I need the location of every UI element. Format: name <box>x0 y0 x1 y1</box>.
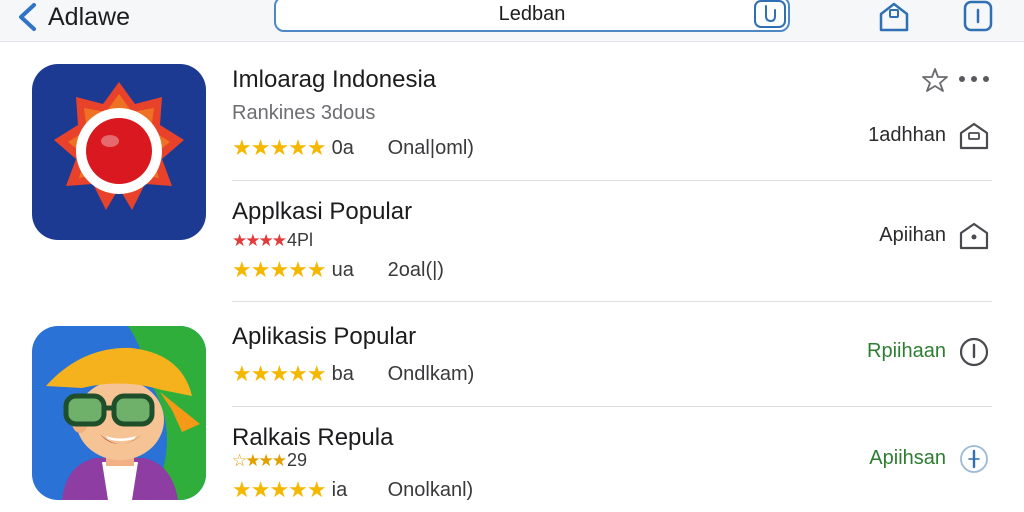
app-title[interactable]: Imloarag Indonesia <box>232 66 436 94</box>
search-icon <box>765 5 776 23</box>
search-action-button[interactable] <box>754 0 786 28</box>
rating-row: ★★★★★ ba Ondlkam) <box>232 362 474 386</box>
home-icon <box>879 2 909 32</box>
rating-count: 0a <box>331 136 354 159</box>
rating-count: ua <box>331 258 354 281</box>
search-field[interactable]: Ledban <box>274 0 790 32</box>
back-button[interactable]: Adlawe <box>14 0 130 34</box>
search-input[interactable]: Ledban <box>276 3 788 26</box>
favorite-button[interactable] <box>918 64 952 96</box>
install-button[interactable] <box>956 334 992 370</box>
rating-row: ★★★★★ 0a Onal|oml) <box>232 136 474 160</box>
add-circle-icon <box>960 445 988 473</box>
more-dots-icon <box>959 76 989 82</box>
rating-row: ★★★★★ ua 2oal(|) <box>232 258 444 282</box>
app-subtitle: Rankines 3dous <box>232 102 376 124</box>
rating-meta: Onal|oml) <box>387 136 474 159</box>
rating-row: ★★★★★ ia Onolkanl) <box>232 478 473 502</box>
small-rating-value: 29 <box>286 449 307 470</box>
row-divider <box>232 180 992 181</box>
rating-stars: ★★★★★ <box>232 477 327 502</box>
rating-meta: Ondlkam) <box>387 362 475 385</box>
home-button[interactable] <box>876 0 912 34</box>
app-icon-indonesia[interactable] <box>32 64 206 240</box>
more-button[interactable] <box>956 62 992 96</box>
small-rating-stars: ☆★★★ <box>232 450 287 470</box>
top-bar: Adlawe Ledban <box>0 0 1024 42</box>
get-button-label[interactable]: 1adhhan <box>868 124 946 147</box>
info-icon <box>963 0 993 32</box>
install-button[interactable] <box>956 118 992 154</box>
info-button[interactable] <box>960 0 996 34</box>
get-button-label[interactable]: Rpiihaan <box>867 340 946 363</box>
row-divider <box>232 406 992 407</box>
rating-count: ia <box>331 478 348 501</box>
home-icon <box>959 222 989 250</box>
rating-count: ba <box>331 362 354 385</box>
app-title[interactable]: Aplikasis Popular <box>232 323 416 351</box>
rating-stars: ★★★★★ <box>232 257 327 282</box>
home-icon <box>959 122 989 150</box>
row-divider <box>232 301 992 302</box>
info-circle-icon <box>959 337 989 367</box>
rating-meta: Onolkanl) <box>387 478 474 501</box>
back-label: Adlawe <box>48 2 130 31</box>
character-avatar-icon <box>46 326 206 500</box>
app-title[interactable]: Applkasi Popular <box>232 198 412 226</box>
get-button-label[interactable]: Apiihsan <box>869 447 946 470</box>
sun-badge-icon <box>54 82 184 210</box>
small-rating-row: ☆★★★ 29 <box>232 449 307 471</box>
app-icon-popular[interactable] <box>32 326 206 500</box>
chevron-left-icon <box>19 3 36 31</box>
small-rating-row: ★★★★ 4Pl <box>232 229 313 251</box>
app-title[interactable]: Ralkais Repula <box>232 424 393 452</box>
install-button[interactable] <box>956 218 992 254</box>
star-outline-icon <box>922 68 948 92</box>
small-rating-stars: ★★★★ <box>232 230 287 250</box>
get-button-label[interactable]: Apiihan <box>879 224 946 247</box>
small-rating-value: 4Pl <box>286 229 313 250</box>
install-button[interactable] <box>956 441 992 477</box>
rating-stars: ★★★★★ <box>232 135 327 160</box>
rating-stars: ★★★★★ <box>232 361 327 386</box>
rating-meta: 2oal(|) <box>387 258 444 281</box>
